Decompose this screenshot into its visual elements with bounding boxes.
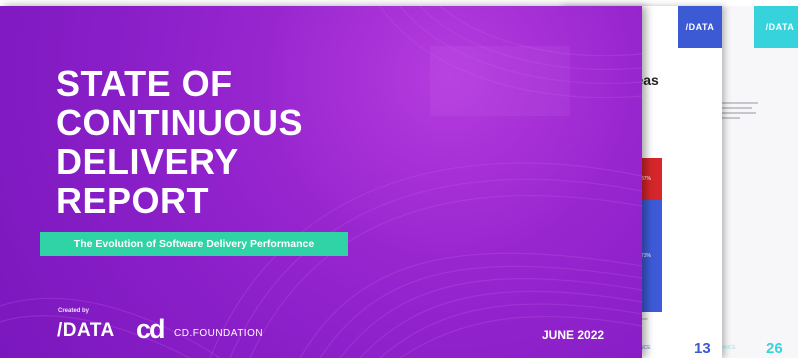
cd-foundation-logo-mark: cd [136, 314, 165, 344]
title-line: STATE OF [56, 63, 233, 104]
title-line: REPORT [56, 180, 210, 221]
page-number: 26 [766, 340, 783, 357]
cover-title: STATE OF CONTINUOUS DELIVERY REPORT [56, 64, 303, 220]
cd-foundation-logo-text: CD.FOUNDATION [174, 328, 264, 339]
brand-tab: /DATA [754, 6, 798, 48]
created-by-label: Created by [58, 308, 90, 314]
text-placeholder-lines [718, 102, 758, 122]
footer-label: ANCE [722, 345, 736, 351]
page-number: 13 [694, 340, 711, 357]
title-line: DELIVERY [56, 141, 239, 182]
report-cover: STATE OF CONTINUOUS DELIVERY REPORT The … [0, 6, 642, 358]
brand-tab: /DATA [678, 6, 722, 48]
data-logo: /DATA [57, 320, 115, 341]
cover-subtitle: The Evolution of Software Delivery Perfo… [40, 232, 348, 256]
title-line: CONTINUOUS [56, 102, 303, 143]
report-date: JUNE 2022 [542, 328, 605, 342]
